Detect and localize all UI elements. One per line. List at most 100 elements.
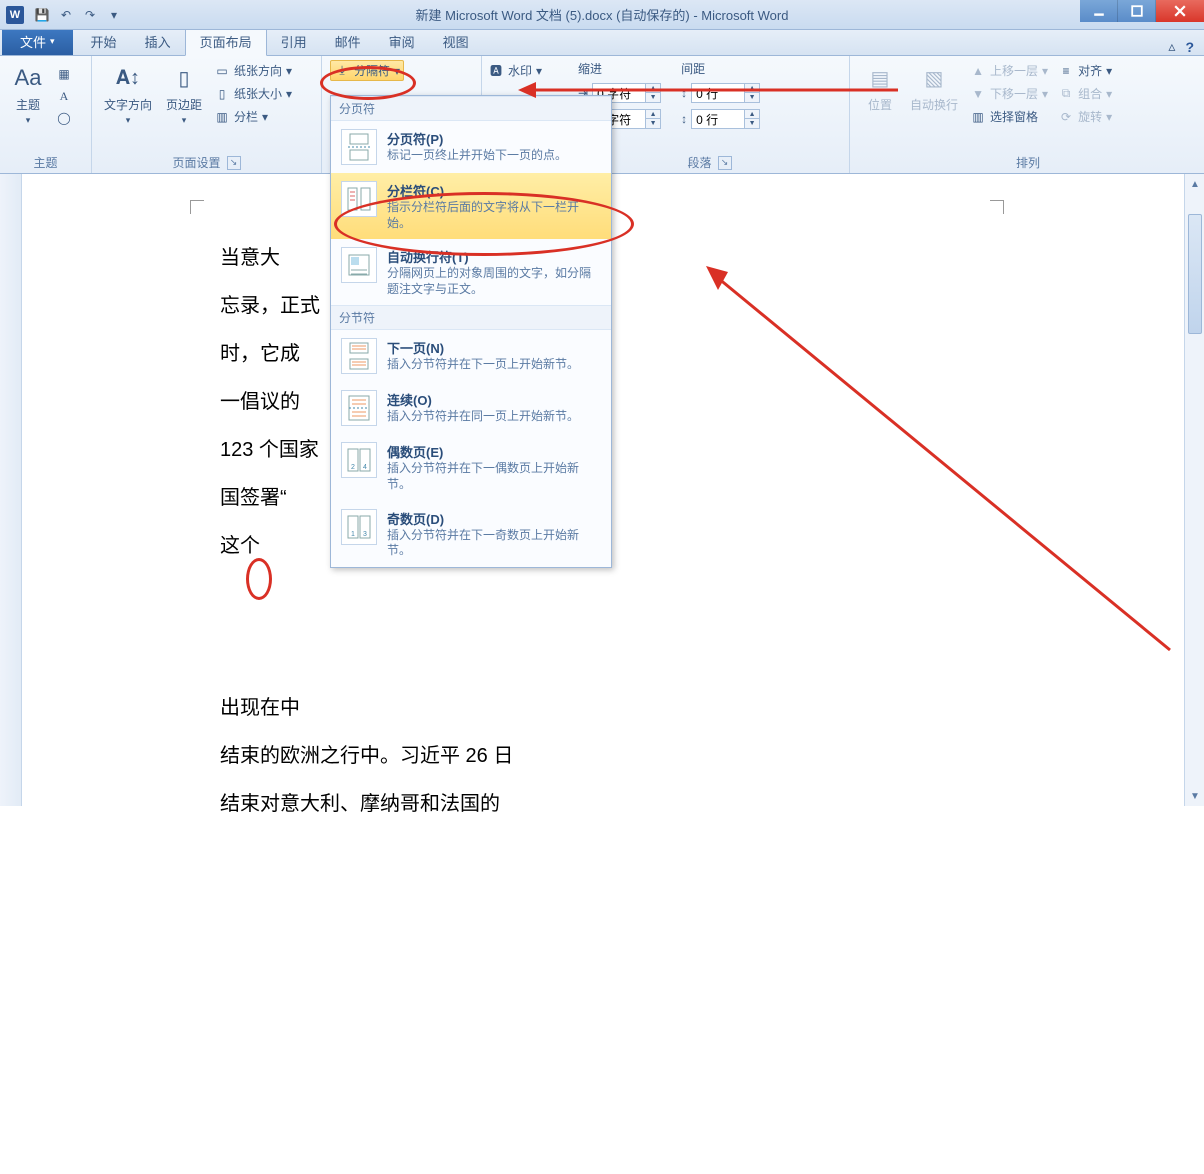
paragraph-launcher[interactable]: ↘: [718, 156, 732, 170]
bring-forward-icon: ▲: [970, 63, 986, 79]
svg-text:2: 2: [351, 464, 355, 471]
menu-item-column-break[interactable]: 分栏符(C)指示分栏符后面的文字将从下一栏开始。: [331, 173, 611, 239]
document-text[interactable]: 出现在中 结束的欧洲之行中。习近平 26 日 结束对意大利、摩纳哥和法国的: [220, 684, 513, 828]
redo-icon[interactable]: ↷: [80, 5, 100, 25]
wrap-text-button: ▧ 自动换行: [906, 60, 962, 115]
word-app-icon: W: [6, 6, 24, 24]
menu-item-odd-page-section[interactable]: 13 奇数页(D)插入分节符并在下一奇数页上开始新节。: [331, 501, 611, 567]
send-backward-button: ▼下移一层 ▾: [968, 83, 1050, 104]
continuous-icon: [341, 390, 377, 426]
send-backward-icon: ▼: [970, 86, 986, 102]
rotate-button: ⟳旋转 ▾: [1056, 106, 1114, 127]
menu-item-even-page-section[interactable]: 24 偶数页(E)插入分节符并在下一偶数页上开始新节。: [331, 434, 611, 500]
minimize-button[interactable]: [1080, 0, 1118, 22]
menu-item-text-wrapping-break[interactable]: 自动换行符(T)分隔网页上的对象周围的文字，如分隔题注文字与正文。: [331, 239, 611, 305]
ribbon-tabs: 文件▾ 开始 插入 页面布局 引用 邮件 审阅 视图 ▵ ?: [0, 30, 1204, 56]
space-before-spinner[interactable]: ▲▼: [691, 83, 760, 103]
menu-item-next-page-section[interactable]: 下一页(N)插入分节符并在下一页上开始新节。: [331, 330, 611, 382]
columns-icon: ▥: [214, 109, 230, 125]
scrollbar-thumb[interactable]: [1188, 214, 1202, 334]
position-icon: ▤: [864, 62, 896, 94]
selection-pane-button[interactable]: ▥选择窗格: [968, 106, 1050, 127]
text-direction-button[interactable]: 𝐀↕ 文字方向▾: [100, 60, 156, 128]
wrap-break-icon: [341, 247, 377, 283]
tab-view[interactable]: 视图: [429, 28, 483, 55]
even-page-icon: 24: [341, 442, 377, 478]
rotate-icon: ⟳: [1058, 109, 1074, 125]
scroll-up-icon[interactable]: ▲: [1185, 174, 1204, 194]
tab-mailings[interactable]: 邮件: [321, 28, 375, 55]
space-after-spinner[interactable]: ▲▼: [691, 109, 760, 129]
page-setup-launcher[interactable]: ↘: [227, 156, 241, 170]
selection-pane-icon: ▥: [970, 109, 986, 125]
space-after-icon: ↕: [681, 112, 687, 126]
bring-forward-button: ▲上移一层 ▾: [968, 60, 1050, 81]
file-tab[interactable]: 文件▾: [2, 28, 73, 55]
scroll-down-icon[interactable]: ▼: [1185, 786, 1204, 806]
breaks-button[interactable]: ⤓分隔符 ▾: [330, 60, 404, 81]
quick-access-toolbar: 💾 ↶ ↷ ▾: [32, 5, 124, 25]
save-icon[interactable]: 💾: [32, 5, 52, 25]
group-objects-button: ⧉组合 ▾: [1056, 83, 1114, 104]
menu-item-page-break[interactable]: 分页符(P)标记一页终止并开始下一页的点。: [331, 121, 611, 173]
section-breaks-header: 分节符: [331, 305, 611, 330]
tab-home[interactable]: 开始: [77, 28, 131, 55]
column-break-icon: [341, 181, 377, 217]
svg-text:4: 4: [363, 464, 367, 471]
size-icon: ▯: [214, 86, 230, 102]
indent-left-up[interactable]: ▲: [646, 84, 660, 93]
title-bar: W 💾 ↶ ↷ ▾ 新建 Microsoft Word 文档 (5).docx …: [0, 0, 1204, 30]
columns-button[interactable]: ▥分栏 ▾: [212, 106, 294, 127]
close-button[interactable]: [1156, 0, 1204, 22]
indent-left-down[interactable]: ▼: [646, 93, 660, 102]
theme-effects-icon[interactable]: ◯: [54, 108, 74, 128]
spacing-label: 间距: [681, 60, 760, 77]
menu-item-continuous-section[interactable]: 连续(O)插入分节符并在同一页上开始新节。: [331, 382, 611, 434]
text-direction-icon: 𝐀↕: [112, 62, 144, 94]
tab-insert[interactable]: 插入: [131, 28, 185, 55]
space-before-icon: ↕: [681, 86, 687, 100]
maximize-button[interactable]: [1118, 0, 1156, 22]
group-paragraph-label: 段落: [687, 154, 711, 171]
watermark-button[interactable]: 🅰水印 ▾: [486, 60, 544, 81]
watermark-icon: 🅰: [488, 63, 504, 79]
position-button: ▤ 位置: [860, 60, 900, 115]
space-before-input[interactable]: [692, 84, 744, 102]
svg-text:1: 1: [351, 531, 355, 538]
group-themes-label: 主题: [8, 152, 83, 171]
vertical-ruler: [0, 174, 22, 806]
theme-colors-icon[interactable]: ▦: [54, 64, 74, 84]
align-button[interactable]: ≡对齐 ▾: [1056, 60, 1114, 81]
tab-references[interactable]: 引用: [267, 28, 321, 55]
group-page-setup-label: 页面设置: [172, 154, 220, 171]
group-icon: ⧉: [1058, 86, 1074, 102]
tab-page-layout[interactable]: 页面布局: [185, 27, 267, 56]
space-after-input[interactable]: [692, 110, 744, 128]
paper-size-button[interactable]: ▯纸张大小 ▾: [212, 83, 294, 104]
align-icon: ≡: [1058, 63, 1074, 79]
margins-icon: ▯: [168, 62, 200, 94]
orientation-icon: ▭: [214, 63, 230, 79]
page-break-icon: [341, 129, 377, 165]
breaks-dropdown-menu: 分页符 分页符(P)标记一页终止并开始下一页的点。 分栏符(C)指示分栏符后面的…: [330, 95, 612, 568]
qat-customize-icon[interactable]: ▾: [104, 5, 124, 25]
page-corner: [990, 200, 1004, 214]
themes-icon: Aa: [12, 62, 44, 94]
themes-button[interactable]: Aa 主题▾: [8, 60, 48, 128]
wrap-text-icon: ▧: [918, 62, 950, 94]
theme-fonts-icon[interactable]: A: [54, 86, 74, 106]
minimize-ribbon-icon[interactable]: ▵: [1168, 38, 1175, 55]
page-breaks-header: 分页符: [331, 96, 611, 121]
margins-button[interactable]: ▯ 页边距▾: [162, 60, 206, 128]
orientation-button[interactable]: ▭纸张方向 ▾: [212, 60, 294, 81]
undo-icon[interactable]: ↶: [56, 5, 76, 25]
breaks-icon: ⤓: [334, 63, 350, 79]
window-controls: [1080, 0, 1204, 22]
group-arrange-label: 排列: [860, 152, 1196, 171]
odd-page-icon: 13: [341, 509, 377, 545]
tab-review[interactable]: 审阅: [375, 28, 429, 55]
indent-label: 缩进: [578, 60, 661, 77]
page-corner: [190, 200, 204, 214]
help-icon[interactable]: ?: [1185, 39, 1194, 55]
vertical-scrollbar[interactable]: ▲ ▼: [1184, 174, 1204, 806]
